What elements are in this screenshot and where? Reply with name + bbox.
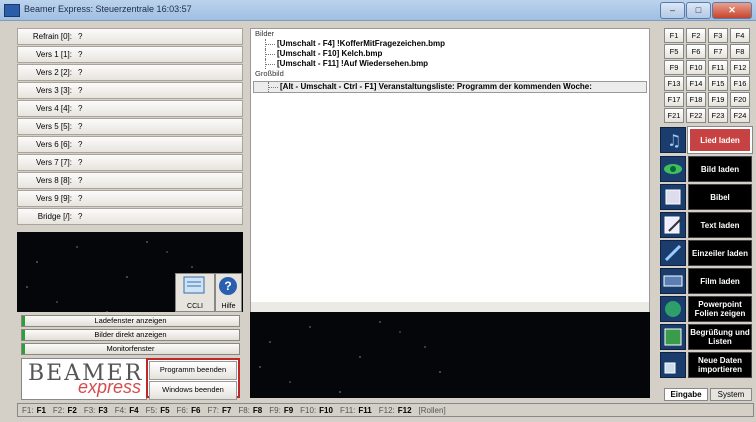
tool-row-import: Neue Daten importieren	[660, 352, 752, 380]
verse-item[interactable]: Vers 1 [1]:?	[17, 46, 243, 63]
verse-item[interactable]: Vers 5 [5]:?	[17, 118, 243, 135]
section-bilder: Bilder	[255, 29, 275, 38]
scroll-lock-indicator: [Rollen]	[418, 405, 446, 415]
tree-item-selected[interactable]: [Alt - Umschalt - Ctrl - F1] Veranstaltu…	[253, 81, 647, 93]
status-bar: F1: F1 F2: F2 F3: F3 F4: F4 F5: F5 F6: F6 F7: F…	[17, 403, 754, 417]
maximize-button[interactable]: □	[686, 2, 711, 19]
text-laden-button[interactable]: Text laden	[688, 212, 752, 238]
shutdown-windows-button[interactable]: Windows beenden	[149, 381, 237, 400]
fkey-button[interactable]: F18	[686, 92, 706, 107]
tool-row-begruessung: Begrüßung und Listen	[660, 324, 752, 352]
film-icon[interactable]	[660, 268, 686, 294]
tool-row-bild: Bild laden	[660, 156, 752, 184]
svg-text:?: ?	[224, 279, 231, 293]
verse-item[interactable]: Vers 6 [6]:?	[17, 136, 243, 153]
app-icon	[4, 4, 20, 17]
verse-item[interactable]: Vers 9 [9]:?	[17, 190, 243, 207]
eye-icon[interactable]	[660, 156, 686, 182]
fkey-button[interactable]: F12	[730, 60, 750, 75]
fkey-button[interactable]: F7	[708, 44, 728, 59]
tool-row-einzeiler: Einzeiler laden	[660, 240, 752, 268]
monitorfenster-button[interactable]: Monitorfenster	[21, 343, 240, 355]
music-note-icon[interactable]: ♫	[660, 127, 686, 153]
film-laden-button[interactable]: Film laden	[688, 268, 752, 294]
fkey-button[interactable]: F1	[664, 28, 684, 43]
beamer-express-logo: BEAMER express	[21, 358, 147, 400]
fkey-button[interactable]: F16	[730, 76, 750, 91]
fkey-button[interactable]: F20	[730, 92, 750, 107]
ladefenster-button[interactable]: Ladefenster anzeigen	[21, 315, 240, 327]
verse-item[interactable]: Vers 8 [8]:?	[17, 172, 243, 189]
status-indicator	[22, 316, 25, 326]
globe-icon[interactable]	[660, 296, 686, 322]
begruessung-button[interactable]: Begrüßung und Listen	[688, 324, 752, 350]
status-indicator	[22, 330, 25, 340]
verse-item[interactable]: Vers 7 [7]:?	[17, 154, 243, 171]
fkey-button[interactable]: F19	[708, 92, 728, 107]
bottom-tabs: Eingabe System	[664, 388, 754, 401]
fkey-button[interactable]: F4	[730, 28, 750, 43]
tool-row-film: Film laden	[660, 268, 752, 296]
splitter[interactable]	[251, 302, 649, 312]
tab-system[interactable]: System	[710, 388, 752, 401]
image-icon[interactable]	[660, 324, 686, 350]
verse-item[interactable]: Vers 2 [2]:?	[17, 64, 243, 81]
live-preview	[250, 312, 650, 398]
pen-icon[interactable]	[660, 240, 686, 266]
import-icon[interactable]	[660, 352, 686, 378]
tree-item[interactable]: [Umschalt - F4] !KofferMitFragezeichen.b…	[251, 39, 649, 49]
minimize-button[interactable]: –	[660, 2, 685, 19]
fkey-button[interactable]: F22	[686, 108, 706, 123]
svg-text:♫: ♫	[667, 131, 681, 150]
tool-row-bibel: Bibel	[660, 184, 752, 212]
bibel-button[interactable]: Bibel	[688, 184, 752, 210]
fkey-button[interactable]: F24	[730, 108, 750, 123]
verse-item[interactable]: Refrain [0]:?	[17, 28, 243, 45]
tool-row-powerpoint: Powerpoint Folien zeigen	[660, 296, 752, 324]
fkey-button[interactable]: F9	[664, 60, 684, 75]
verse-item[interactable]: Vers 4 [4]:?	[17, 100, 243, 117]
fkey-button[interactable]: F13	[664, 76, 684, 91]
text-edit-icon[interactable]	[660, 212, 686, 238]
fkey-button[interactable]: F17	[664, 92, 684, 107]
status-indicator	[22, 344, 25, 354]
fkey-button[interactable]: F21	[664, 108, 684, 123]
lied-laden-button[interactable]: Lied laden	[687, 126, 753, 154]
tool-row-text: Text laden	[660, 212, 752, 240]
fkey-button[interactable]: F3	[708, 28, 728, 43]
fkey-button[interactable]: F10	[686, 60, 706, 75]
fkey-button[interactable]: F11	[708, 60, 728, 75]
close-button[interactable]: ✕	[712, 2, 752, 19]
tab-eingabe[interactable]: Eingabe	[664, 388, 708, 401]
verse-list: Refrain [0]:? Vers 1 [1]:? Vers 2 [2]:? …	[17, 28, 243, 230]
fkey-button[interactable]: F2	[686, 28, 706, 43]
fkey-button[interactable]: F6	[686, 44, 706, 59]
powerpoint-button[interactable]: Powerpoint Folien zeigen	[688, 296, 752, 322]
help-button[interactable]: ? Hilfe	[215, 273, 242, 312]
playlist-tree[interactable]: Bilder [Umschalt - F4] !KofferMitFrageze…	[250, 28, 650, 312]
verse-item[interactable]: Vers 3 [3]:?	[17, 82, 243, 99]
fkey-button[interactable]: F15	[708, 76, 728, 91]
ccli-button[interactable]: CCLI	[175, 273, 215, 312]
fkey-button[interactable]: F14	[686, 76, 706, 91]
title-bar[interactable]: Beamer Express: Steuerzentrale 16:03:57 …	[0, 0, 756, 21]
fkey-button[interactable]: F8	[730, 44, 750, 59]
import-button[interactable]: Neue Daten importieren	[688, 352, 752, 378]
ccli-icon	[183, 276, 205, 294]
verse-item[interactable]: Bridge [/]:?	[17, 208, 243, 225]
quit-program-button[interactable]: Programm beenden	[149, 361, 237, 380]
fkey-button[interactable]: F23	[708, 108, 728, 123]
section-grossbild: Großbild	[255, 69, 284, 78]
bilder-direkt-button[interactable]: Bilder direkt anzeigen	[21, 329, 240, 341]
einzeiler-laden-button[interactable]: Einzeiler laden	[688, 240, 752, 266]
tree-item[interactable]: [Umschalt - F10] Kelch.bmp	[251, 49, 649, 59]
bild-laden-button[interactable]: Bild laden	[688, 156, 752, 182]
exit-buttons: Programm beenden Windows beenden	[146, 358, 240, 400]
help-icon: ?	[219, 277, 237, 295]
book-icon[interactable]	[660, 184, 686, 210]
fkey-button[interactable]: F5	[664, 44, 684, 59]
tree-item[interactable]: [Umschalt - F11] !Auf Wiedersehen.bmp	[251, 59, 649, 69]
window-title: Beamer Express: Steuerzentrale 16:03:57	[24, 4, 192, 14]
tool-row-lied: ♫ Lied laden	[660, 126, 753, 155]
